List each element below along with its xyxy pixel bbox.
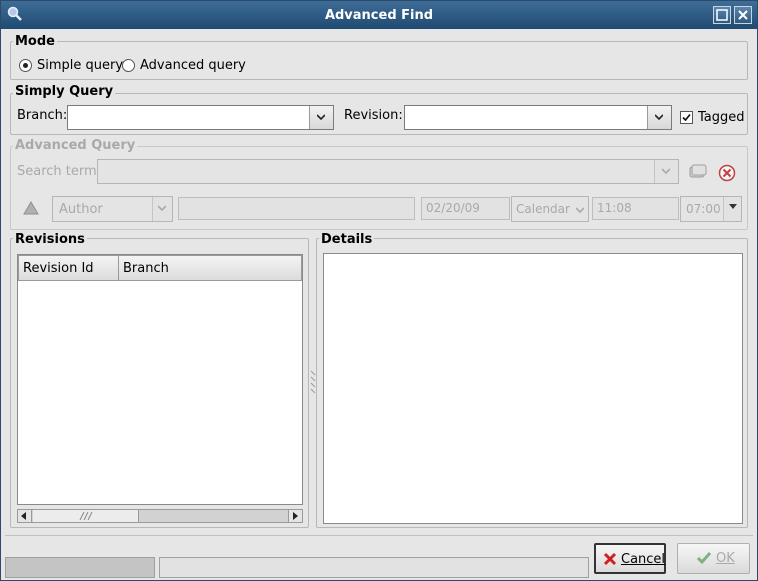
cancel-icon bbox=[603, 552, 617, 566]
revisions-table[interactable]: Revision Id Branch bbox=[17, 254, 303, 505]
maximize-icon bbox=[716, 9, 728, 21]
triangle-down-icon bbox=[729, 204, 737, 209]
advanced-query-radio[interactable] bbox=[122, 59, 135, 72]
search-term-combo[interactable] bbox=[97, 159, 679, 184]
triangle-right-icon bbox=[293, 512, 298, 520]
criterion-field-dropdown-button[interactable] bbox=[152, 197, 172, 221]
revisions-horizontal-scrollbar[interactable] bbox=[17, 509, 303, 523]
clear-field-icon[interactable] bbox=[688, 163, 708, 181]
timezone-spin[interactable]: 07:00 bbox=[680, 196, 742, 222]
separator bbox=[5, 535, 753, 536]
calendar-combo-value: Calendar bbox=[516, 202, 570, 216]
date-input[interactable]: 02/20/09 bbox=[421, 197, 510, 220]
search-term-label: Search term: bbox=[17, 164, 102, 179]
chevron-down-icon bbox=[576, 207, 584, 214]
chevron-down-icon bbox=[158, 205, 166, 212]
calendar-combo[interactable]: Calendar bbox=[511, 196, 589, 222]
advanced-query-label[interactable]: Advanced query bbox=[140, 58, 246, 73]
cancel-button-label: Cancel bbox=[621, 552, 666, 567]
branch-label: Branch: bbox=[17, 108, 68, 123]
column-header-branch[interactable]: Branch bbox=[118, 255, 302, 281]
branch-combo[interactable] bbox=[67, 105, 334, 130]
time-input[interactable]: 11:08 bbox=[592, 197, 679, 220]
cancel-button[interactable]: Cancel bbox=[594, 543, 666, 574]
ok-button-label: OK bbox=[716, 551, 735, 566]
chevron-down-icon bbox=[655, 114, 663, 121]
revisions-group-title: Revisions bbox=[13, 232, 87, 247]
tagged-checkbox[interactable] bbox=[680, 111, 693, 124]
title-bar: Advanced Find bbox=[1, 1, 757, 29]
close-button[interactable] bbox=[734, 6, 752, 24]
search-term-dropdown-button[interactable] bbox=[654, 160, 678, 183]
revision-dropdown-button[interactable] bbox=[647, 106, 671, 129]
checkmark-icon bbox=[682, 113, 691, 122]
window-title: Advanced Find bbox=[324, 8, 434, 23]
revision-combo[interactable] bbox=[404, 105, 672, 130]
details-text-area[interactable] bbox=[323, 253, 743, 524]
triangle-left-icon bbox=[21, 512, 26, 520]
status-progress bbox=[5, 557, 155, 578]
timezone-value: 07:00 bbox=[686, 202, 721, 216]
details-group-title: Details bbox=[319, 232, 375, 247]
grip-icon bbox=[79, 511, 93, 521]
scroll-right-button[interactable] bbox=[288, 510, 302, 522]
ok-button[interactable]: OK bbox=[677, 543, 750, 574]
chevron-down-icon bbox=[662, 168, 670, 175]
chevron-down-icon bbox=[317, 114, 325, 121]
advanced-query-group-title: Advanced Query bbox=[13, 138, 138, 153]
remove-criterion-icon[interactable] bbox=[718, 164, 736, 182]
column-header-revision-id[interactable]: Revision Id bbox=[18, 255, 119, 281]
simple-query-label[interactable]: Simple query bbox=[37, 58, 123, 73]
checkmark-icon bbox=[696, 552, 712, 565]
scroll-thumb[interactable] bbox=[33, 510, 139, 522]
scroll-left-button[interactable] bbox=[18, 510, 32, 522]
criterion-field-value: Author bbox=[59, 202, 103, 217]
tagged-label[interactable]: Tagged bbox=[698, 110, 745, 125]
revision-label: Revision: bbox=[344, 108, 403, 123]
mode-group-title: Mode bbox=[13, 34, 57, 49]
close-icon bbox=[738, 10, 748, 20]
branch-dropdown-button[interactable] bbox=[309, 106, 333, 129]
advanced-find-window: Advanced Find Mode Simple query Advanced… bbox=[0, 0, 758, 581]
status-message bbox=[159, 557, 589, 578]
criterion-field-combo[interactable]: Author bbox=[52, 196, 173, 222]
timezone-dropdown-button[interactable] bbox=[723, 197, 741, 221]
simple-query-group-title: Simply Query bbox=[13, 84, 116, 99]
simple-query-radio[interactable] bbox=[19, 59, 32, 72]
triangle-up-icon[interactable] bbox=[23, 201, 39, 215]
maximize-button[interactable] bbox=[713, 6, 731, 24]
criterion-value-input[interactable] bbox=[178, 197, 415, 220]
